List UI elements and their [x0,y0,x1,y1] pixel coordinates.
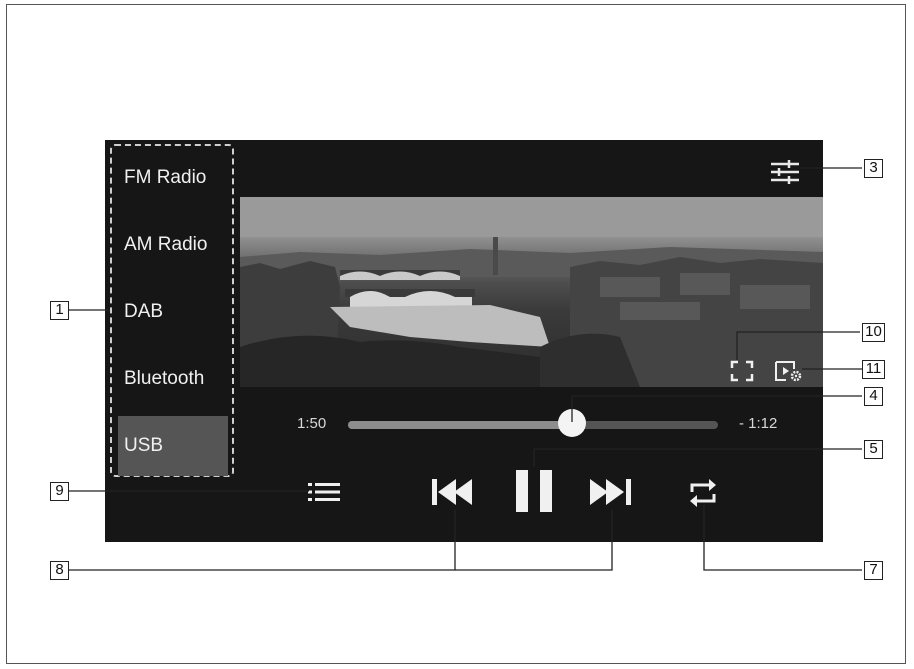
callout-10: 10 [862,323,885,342]
source-dab[interactable]: DAB [118,282,228,342]
skip-previous-icon[interactable] [432,478,476,506]
skip-next-icon[interactable] [590,478,634,506]
callout-1: 1 [50,301,69,320]
source-list: FM Radio AM Radio DAB Bluetooth USB [110,144,234,477]
elapsed-time: 1:50 [297,415,327,432]
video-settings-icon[interactable] [774,360,804,382]
progress-track[interactable] [348,421,718,429]
source-am-radio[interactable]: AM Radio [118,215,228,275]
video-display[interactable] [240,197,823,387]
callout-8: 8 [50,561,69,580]
callout-4: 4 [864,387,883,406]
playlist-icon[interactable] [308,482,340,502]
progress-knob[interactable] [557,409,586,437]
callout-7: 7 [864,561,883,580]
remaining-time: - 1:12 [739,415,778,432]
pause-icon[interactable] [516,470,552,512]
callout-5: 5 [864,440,883,459]
source-usb[interactable]: USB [118,416,228,476]
progress-fill [348,421,572,429]
source-bluetooth[interactable]: Bluetooth [118,349,228,409]
fullscreen-icon[interactable] [730,360,754,382]
sliders-icon[interactable] [770,160,800,184]
repeat-icon[interactable] [689,478,717,508]
source-fm-radio[interactable]: FM Radio [118,148,228,208]
callout-9: 9 [50,482,69,501]
callout-3: 3 [864,159,883,178]
callout-11: 11 [862,360,885,379]
video-frame-image [240,197,823,387]
